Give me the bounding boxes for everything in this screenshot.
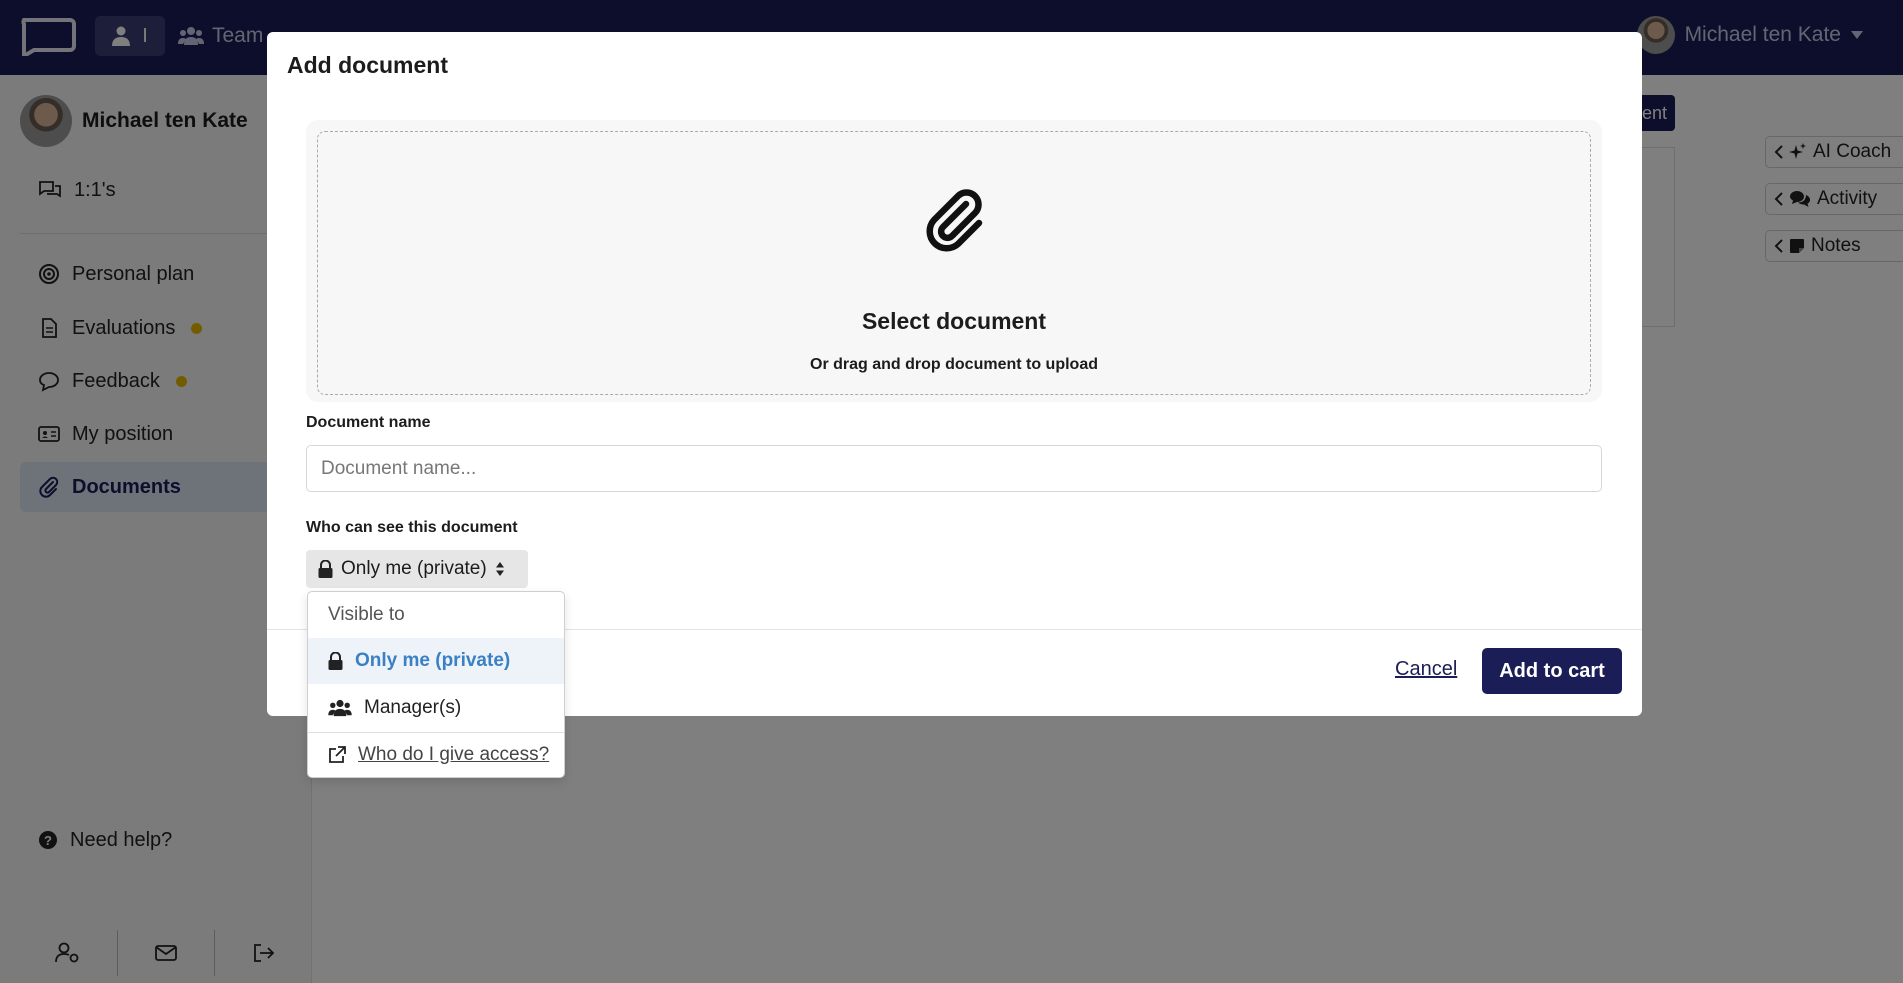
option-managers[interactable]: Manager(s) [308, 685, 564, 731]
dropzone-subtitle: Or drag and drop document to upload [810, 356, 1098, 373]
document-name-label: Document name [306, 414, 431, 431]
cancel-button[interactable]: Cancel [1395, 658, 1457, 681]
lock-icon [328, 652, 343, 670]
option-label: Only me (private) [355, 650, 511, 671]
visibility-select-value: Only me (private) [341, 558, 487, 579]
access-help-link[interactable]: Who do I give access? [308, 732, 564, 778]
dropdown-header: Visible to [328, 604, 405, 625]
dropzone-border: Select document Or drag and drop documen… [317, 131, 1591, 395]
document-name-input[interactable] [306, 445, 1602, 492]
lock-icon [318, 560, 333, 578]
users-icon [328, 699, 352, 717]
visibility-select[interactable]: Only me (private) [306, 550, 528, 588]
visibility-dropdown-menu: Visible to Only me (private) Manager(s) … [307, 591, 565, 778]
option-label: Manager(s) [364, 697, 462, 718]
dropzone-title: Select document [861, 308, 1047, 334]
external-link-icon [329, 746, 346, 763]
add-to-cart-button[interactable]: Add to cart [1482, 648, 1622, 694]
paperclip-icon [926, 189, 983, 252]
sort-caret-icon [495, 562, 504, 576]
access-help-label: Who do I give access? [358, 744, 550, 765]
option-only-me[interactable]: Only me (private) [308, 638, 564, 684]
dialog-title: Add document [287, 52, 448, 78]
file-dropzone[interactable]: Select document Or drag and drop documen… [306, 120, 1602, 402]
visibility-label: Who can see this document [306, 519, 518, 536]
